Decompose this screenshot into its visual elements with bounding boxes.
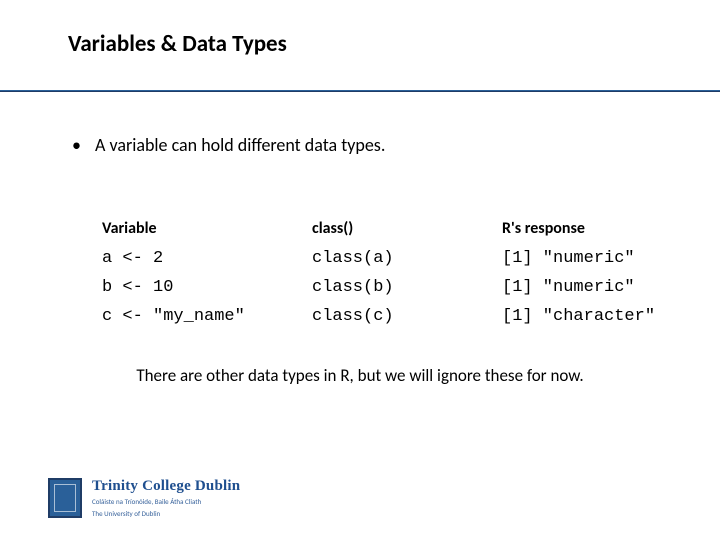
table-header-row: Variable class() R's response	[102, 215, 655, 244]
university-crest-icon	[48, 478, 82, 518]
bullet-text: A variable can hold different data types…	[95, 134, 385, 156]
cell-variable: a <- 2	[102, 244, 312, 273]
bullet-item: • A variable can hold different data typ…	[72, 134, 385, 156]
cell-response: [1] "numeric"	[502, 244, 655, 273]
cell-call: class(a)	[312, 244, 502, 273]
closing-note: There are other data types in R, but we …	[0, 365, 720, 386]
slide: Variables & Data Types • A variable can …	[0, 0, 720, 540]
table-row: b <- 10 class(b) [1] "numeric"	[102, 273, 655, 302]
table-row: a <- 2 class(a) [1] "numeric"	[102, 244, 655, 273]
slide-title: Variables & Data Types	[68, 30, 287, 58]
cell-variable: b <- 10	[102, 273, 312, 302]
footer-university-name: Trinity College Dublin	[92, 478, 240, 495]
slide-footer: Trinity College Dublin Coláiste na Tríon…	[48, 478, 240, 518]
table-row: c <- "my_name" class(c) [1] "character"	[102, 302, 655, 331]
cell-call: class(b)	[312, 273, 502, 302]
cell-call: class(c)	[312, 302, 502, 331]
footer-text: Trinity College Dublin Coláiste na Tríon…	[92, 478, 240, 517]
datatype-table: Variable class() R's response a <- 2 cla…	[102, 215, 655, 331]
cell-variable: c <- "my_name"	[102, 302, 312, 331]
th-class: class()	[312, 215, 502, 244]
footer-subtext-1: Coláiste na Tríonóide, Baile Átha Cliath	[92, 497, 240, 506]
cell-response: [1] "numeric"	[502, 273, 655, 302]
th-response: R's response	[502, 215, 655, 244]
bullet-dot-icon: •	[72, 136, 81, 154]
th-variable: Variable	[102, 215, 312, 244]
cell-response: [1] "character"	[502, 302, 655, 331]
title-underline	[0, 90, 720, 92]
footer-subtext-2: The University of Dublin	[92, 509, 240, 518]
